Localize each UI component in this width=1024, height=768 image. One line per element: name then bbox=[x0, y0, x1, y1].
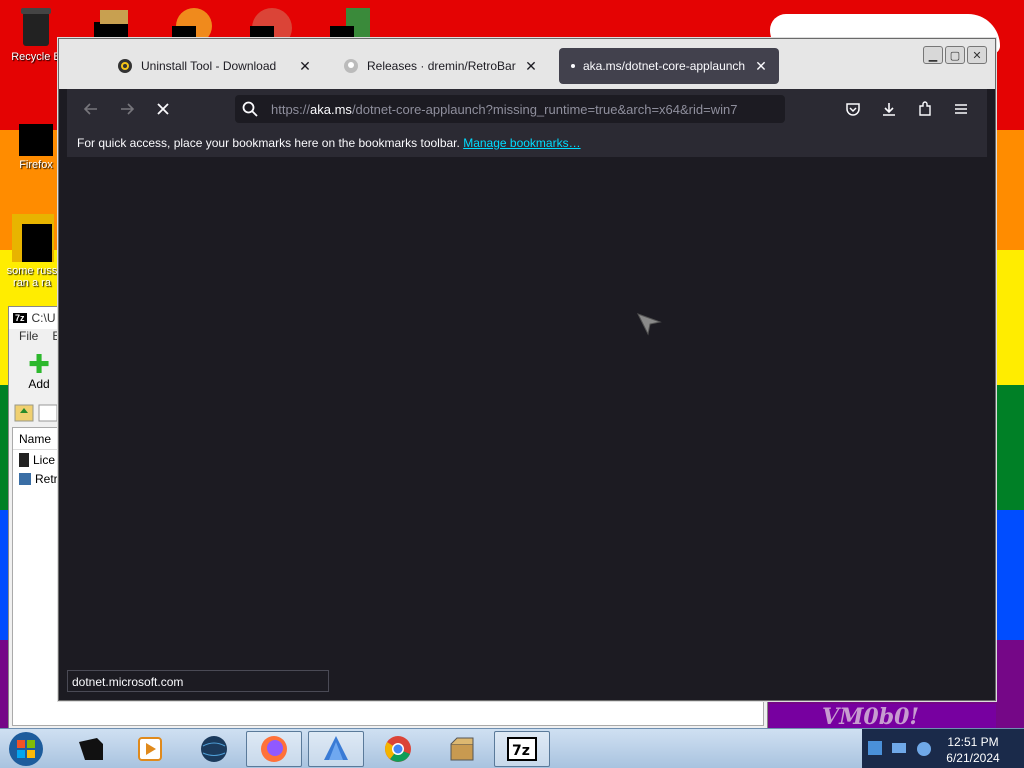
desktop-icon-label: Recycle B bbox=[11, 51, 61, 63]
url-path: /dotnet-core-applaunch?missing_runtime=t… bbox=[351, 101, 738, 117]
taskbar-package[interactable] bbox=[434, 731, 490, 767]
svg-text:7z: 7z bbox=[512, 743, 530, 759]
maximize-button[interactable]: ▢ bbox=[945, 46, 965, 64]
forward-icon bbox=[121, 103, 135, 115]
loading-dot-icon bbox=[569, 58, 577, 74]
back-button[interactable] bbox=[77, 95, 105, 123]
pocket-icon bbox=[846, 103, 860, 116]
taskbar: 7z 12:51 PM 6/21/2024 bbox=[0, 728, 1024, 768]
tab-label: aka.ms/dotnet-core-applaunch bbox=[583, 59, 746, 73]
close-icon: ✕ bbox=[972, 49, 982, 62]
download-icon bbox=[883, 103, 895, 116]
tray-icons bbox=[868, 741, 931, 756]
tab-releases-retrobar[interactable]: Releases · dremin/RetroBar ✕ bbox=[333, 48, 549, 84]
file-icon bbox=[19, 472, 31, 485]
globe-icon bbox=[201, 736, 227, 762]
page-content[interactable]: dotnet.microsoft.com bbox=[67, 157, 987, 692]
minimize-icon: ▁ bbox=[928, 49, 938, 62]
forward-button[interactable] bbox=[113, 95, 141, 123]
stop-button[interactable] bbox=[149, 95, 177, 123]
maximize-icon: ▢ bbox=[949, 49, 961, 62]
menu-file[interactable]: File bbox=[19, 329, 38, 347]
clock-time: 12:51 PM bbox=[947, 735, 999, 749]
windows-logo-icon bbox=[9, 732, 43, 766]
vm-watermark: VM0b0! bbox=[770, 704, 996, 730]
github-icon bbox=[343, 58, 359, 74]
stop-icon bbox=[157, 103, 169, 115]
url-bar[interactable]: https://aka.ms/dotnet-core-applaunch?mis… bbox=[235, 95, 785, 123]
close-tab-icon[interactable]: ✕ bbox=[523, 58, 539, 74]
tab-label: Uninstall Tool - Download bbox=[141, 59, 277, 73]
desktop-icon-label-line2: ran a ra bbox=[13, 277, 51, 289]
file-icon bbox=[10, 214, 54, 262]
media-player-icon bbox=[138, 737, 162, 761]
list-item-label: Retr bbox=[35, 471, 58, 486]
close-tab-icon[interactable]: ✕ bbox=[297, 58, 313, 74]
desktop-icon-label: some russ bbox=[6, 265, 58, 277]
start-button[interactable] bbox=[6, 730, 46, 768]
text-file-icon bbox=[19, 452, 29, 467]
plus-icon: ✚ bbox=[28, 349, 50, 379]
window-controls: ▁ ▢ ✕ bbox=[923, 46, 987, 64]
package-icon bbox=[450, 737, 474, 761]
bookmarks-toolbar: For quick access, place your bookmarks h… bbox=[67, 129, 987, 157]
firefox-icon bbox=[261, 736, 287, 762]
pocket-button[interactable] bbox=[839, 95, 867, 123]
taskbar-firefox[interactable] bbox=[246, 731, 302, 767]
uninstall-tool-icon bbox=[117, 58, 133, 74]
url-prefix: https:// bbox=[271, 101, 311, 117]
tab-aka-ms[interactable]: aka.ms/dotnet-core-applaunch ✕ bbox=[559, 48, 779, 84]
tab-strip: Uninstall Tool - Download ✕ Releases · d… bbox=[59, 39, 995, 89]
up-folder-icon[interactable] bbox=[13, 403, 58, 426]
task-app-icon bbox=[79, 738, 103, 760]
taskbar-clock[interactable]: 12:51 PM 6/21/2024 bbox=[940, 734, 1006, 766]
add-button-label: Add bbox=[28, 377, 50, 391]
extensions-button[interactable] bbox=[911, 95, 939, 123]
menu-button[interactable] bbox=[947, 95, 975, 123]
tab-label: Releases · dremin/RetroBar bbox=[367, 59, 516, 73]
7zip-icon: 7z bbox=[507, 737, 537, 761]
downloads-button[interactable] bbox=[875, 95, 903, 123]
status-panel: dotnet.microsoft.com bbox=[67, 670, 329, 692]
desktop-icon-file[interactable]: some russ ran a ra bbox=[0, 214, 64, 289]
menu-icon bbox=[955, 104, 967, 114]
back-icon bbox=[83, 103, 97, 115]
taskbar-app-1[interactable] bbox=[62, 731, 118, 767]
browser-window[interactable]: Uninstall Tool - Download ✕ Releases · d… bbox=[58, 38, 996, 701]
bookmarks-hint: For quick access, place your bookmarks h… bbox=[77, 136, 460, 150]
taskbar-chrome[interactable] bbox=[370, 731, 426, 767]
close-window-button[interactable]: ✕ bbox=[967, 46, 987, 64]
mouse-cursor-icon bbox=[636, 313, 662, 336]
chrome-icon bbox=[385, 736, 411, 762]
desktop-icon-label: Firefox bbox=[19, 159, 53, 171]
list-item-label: Lice bbox=[33, 452, 56, 467]
taskbar-media-player[interactable] bbox=[122, 731, 178, 767]
taskbar-7zip[interactable]: 7z bbox=[494, 731, 550, 767]
retrobar-icon bbox=[324, 736, 348, 760]
recycle-bin-icon bbox=[19, 6, 53, 48]
close-tab-icon[interactable]: ✕ bbox=[753, 58, 769, 74]
7zip-icon: 7z bbox=[13, 313, 27, 323]
sevenzip-title: C:\U bbox=[31, 311, 56, 325]
minimize-button[interactable]: ▁ bbox=[923, 46, 943, 64]
url-host: aka.ms bbox=[310, 101, 352, 117]
extensions-icon bbox=[919, 101, 931, 116]
taskbar-retrobar[interactable] bbox=[308, 731, 364, 767]
search-icon bbox=[242, 101, 258, 117]
navigation-toolbar: https://aka.ms/dotnet-core-applaunch?mis… bbox=[67, 89, 987, 129]
firefox-icon bbox=[19, 120, 53, 156]
taskbar-globe[interactable] bbox=[186, 731, 242, 767]
tab-uninstall-tool[interactable]: Uninstall Tool - Download ✕ bbox=[107, 48, 323, 84]
clock-date: 6/21/2024 bbox=[946, 751, 1000, 765]
manage-bookmarks-link[interactable]: Manage bookmarks… bbox=[463, 136, 580, 150]
add-button[interactable]: ✚ Add bbox=[19, 351, 59, 391]
